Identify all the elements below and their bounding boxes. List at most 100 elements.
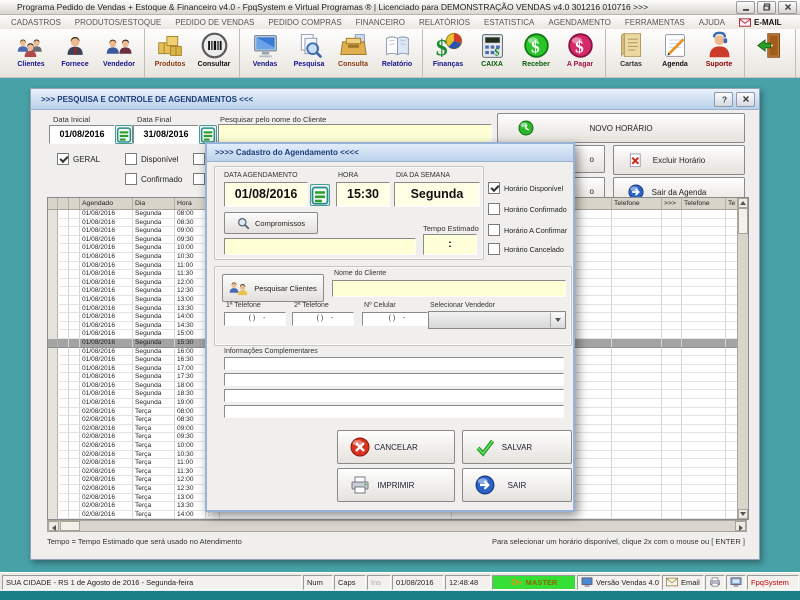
- search-client-input[interactable]: [218, 124, 492, 144]
- menu-item-ajuda[interactable]: AJUDA: [692, 18, 732, 27]
- status-segment-label: MASTER: [526, 578, 558, 587]
- toolbar-button-cartas[interactable]: Cartas: [609, 29, 653, 77]
- novo-horario-button[interactable]: NOVO HORÁRIO: [497, 113, 745, 143]
- celular-input[interactable]: ( ) -: [362, 312, 428, 326]
- calendar-icon: [116, 126, 132, 143]
- toolbar-button-relatorio[interactable]: Relatório: [375, 29, 419, 77]
- check-horario-cancelado[interactable]: Horário Cancelado: [488, 243, 564, 255]
- nome-cliente-input[interactable]: [332, 280, 566, 297]
- menu-item-relatorios[interactable]: RELATÓRIOS: [412, 18, 477, 27]
- toolbar-button-vendas[interactable]: Vendas: [243, 29, 287, 77]
- vertical-scroll-thumb[interactable]: [738, 208, 748, 234]
- checkbox-icon[interactable]: [193, 153, 205, 165]
- toolbar-button-label: Fornece: [61, 61, 88, 68]
- hora-value[interactable]: 15:30: [336, 182, 390, 207]
- pesquisar-clientes-button[interactable]: Pesquisar Clientes: [222, 274, 324, 302]
- app-title-bar: Programa Pedido de Vendas + Estoque & Fi…: [0, 0, 800, 15]
- compromissos-button[interactable]: Compromissos: [224, 212, 318, 234]
- checkbox-icon[interactable]: [488, 203, 500, 215]
- status-segment-versao: Versão Vendas 4.0: [577, 575, 661, 590]
- toolbar-button-a-pagar[interactable]: $A Pagar: [558, 29, 602, 77]
- horizontal-scrollbar[interactable]: [47, 520, 747, 532]
- imprimir-button[interactable]: IMPRIMIR: [337, 468, 455, 502]
- salvar-button[interactable]: SALVAR: [462, 430, 572, 464]
- menu-item-pedido-de-vendas[interactable]: PEDIDO DE VENDAS: [168, 18, 261, 27]
- toolbar-button-fornece[interactable]: Fornece: [53, 29, 97, 77]
- vendedor-dropdown[interactable]: [428, 311, 566, 329]
- apagar-icon: $: [566, 31, 595, 60]
- tel2-label: 2ª Telefone: [294, 302, 329, 309]
- vertical-scrollbar[interactable]: [737, 198, 748, 519]
- status-segment-label: Versão Vendas 4.0: [596, 578, 659, 587]
- checkbox-icon[interactable]: [125, 173, 137, 185]
- toolbar-group: $Finanças$CAIXA$Receber$A Pagar: [423, 29, 606, 77]
- menu-item-ferramentas[interactable]: FERRAMENTAS: [618, 18, 692, 27]
- toolbar-button-financas[interactable]: $Finanças: [426, 29, 470, 77]
- fornece-icon: [61, 31, 90, 60]
- status-segment-screen: [726, 575, 746, 590]
- toolbar-button-receber[interactable]: $Receber: [514, 29, 558, 77]
- toolbar-group: [745, 29, 796, 77]
- tel1-input[interactable]: ( ) -: [224, 312, 286, 326]
- tempo-estimado-value[interactable]: :: [423, 234, 477, 255]
- check-horario-disponivel[interactable]: Horário Disponível: [488, 182, 563, 194]
- toolbar-button-pesquisa[interactable]: Pesquisa: [287, 29, 331, 77]
- info-input-2[interactable]: [224, 373, 564, 386]
- checkbox-icon[interactable]: [488, 182, 500, 194]
- menu-item-pedido-compras[interactable]: PEDIDO COMPRAS: [261, 18, 348, 27]
- scroll-right-button[interactable]: [735, 521, 746, 531]
- toolbar-button-agenda[interactable]: Agenda: [653, 29, 697, 77]
- scroll-up-button[interactable]: [738, 198, 748, 208]
- checkbox-icon[interactable]: [57, 153, 69, 165]
- menu-item-estatistica[interactable]: ESTATISTICA: [477, 18, 541, 27]
- dialog-calendar-button[interactable]: [310, 184, 330, 206]
- filter-disponivel[interactable]: Disponível: [125, 153, 178, 165]
- excluir-horario-button[interactable]: Excluir Horário: [613, 145, 745, 175]
- info-input-1[interactable]: [224, 357, 564, 370]
- status-segment-fpqsystem: FpqSystem: [747, 575, 799, 590]
- data-final-input[interactable]: 31/08/2016: [133, 125, 199, 144]
- checkbox-icon[interactable]: [125, 153, 137, 165]
- compromisso-input[interactable]: [224, 238, 416, 255]
- data-inicial-input[interactable]: 01/08/2016: [49, 125, 115, 144]
- minimize-button[interactable]: [736, 1, 755, 14]
- table-row[interactable]: 02/08/2016Terça14:00:: [48, 511, 738, 519]
- restore-button[interactable]: [757, 1, 776, 14]
- filter-confirmado[interactable]: Confirmado: [125, 173, 182, 185]
- dia-semana-value[interactable]: Segunda: [394, 182, 480, 207]
- toolbar-button-caixa[interactable]: $CAIXA: [470, 29, 514, 77]
- status-segment-num: Num: [303, 575, 333, 590]
- horizontal-scroll-thumb[interactable]: [60, 521, 80, 531]
- data-inicial-calendar-button[interactable]: [115, 125, 133, 144]
- checkbox-icon[interactable]: [488, 224, 500, 236]
- check-horario-confirmado[interactable]: Horário Confirmado: [488, 203, 567, 215]
- agenda-close-button[interactable]: [736, 92, 755, 107]
- toolbar-button-consulta[interactable]: Consulta: [331, 29, 375, 77]
- toolbar-button-sair-exit[interactable]: [748, 29, 792, 77]
- scroll-down-button[interactable]: [738, 509, 748, 519]
- toolbar-button-clientes[interactable]: Clientes: [9, 29, 53, 77]
- check-horario-a-confirmar[interactable]: Horário A Confirmar: [488, 224, 567, 236]
- filter-geral[interactable]: GERAL: [57, 153, 100, 165]
- toolbar-button-vendedor[interactable]: Vendedor: [97, 29, 141, 77]
- tel2-input[interactable]: ( ) -: [292, 312, 354, 326]
- checkbox-icon[interactable]: [193, 173, 205, 185]
- toolbar-button-consultar[interactable]: Consultar: [192, 29, 236, 77]
- data-agendamento-value[interactable]: 01/08/2016: [224, 182, 308, 207]
- scroll-left-button[interactable]: [48, 521, 59, 531]
- toolbar-button-suporte[interactable]: Suporte: [697, 29, 741, 77]
- toolbar-button-produtos[interactable]: Produtos: [148, 29, 192, 77]
- help-button[interactable]: ?: [714, 92, 733, 107]
- close-button[interactable]: [778, 1, 797, 14]
- info-input-3[interactable]: [224, 389, 564, 402]
- menu-item-financeiro[interactable]: FINANCEIRO: [349, 18, 412, 27]
- menu-item-produtos-estoque[interactable]: PRODUTOS/ESTOQUE: [68, 18, 168, 27]
- checkbox-icon[interactable]: [488, 243, 500, 255]
- menu-item-email[interactable]: E-MAIL: [732, 18, 789, 27]
- info-input-4[interactable]: [224, 405, 564, 418]
- cancelar-button[interactable]: CANCELAR: [337, 430, 455, 464]
- blue-arrow-icon: [475, 475, 495, 495]
- menu-item-agendamento[interactable]: AGENDAMENTO: [541, 18, 618, 27]
- sair-button[interactable]: SAIR: [462, 468, 572, 502]
- menu-item-cadastros[interactable]: CADASTROS: [4, 18, 68, 27]
